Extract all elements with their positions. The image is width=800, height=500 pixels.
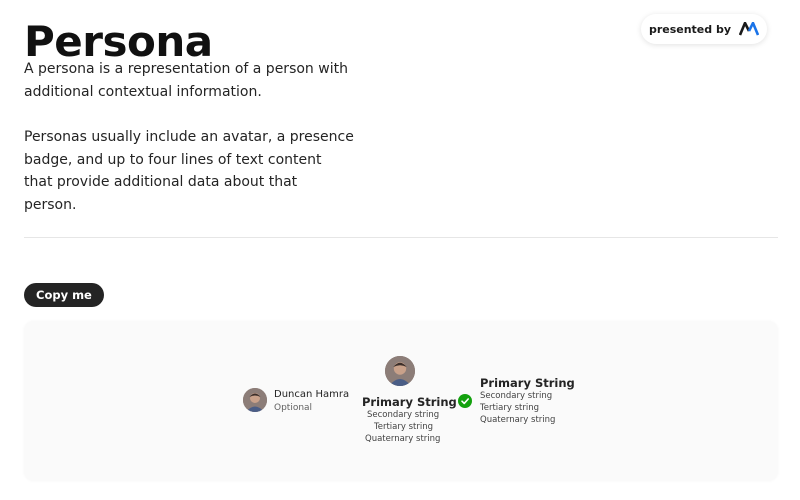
persona-primary-text: Primary String (362, 395, 457, 409)
persona-secondary-text: Secondary string (367, 410, 440, 420)
persona-secondary-text: Secondary string (480, 391, 553, 401)
persona-page: Persona presented by A persona is a repr… (0, 0, 800, 500)
persona-tertiary-text: Tertiary string (374, 422, 434, 432)
persona-quaternary-text: Quaternary string (480, 415, 556, 425)
persona-primary-text: Duncan Hamra (274, 389, 350, 400)
intro-paragraph: A persona is a representation of a perso… (24, 61, 348, 100)
persona-tertiary-text: Tertiary string (480, 403, 540, 413)
persona-quaternary-text: Quaternary string (365, 434, 441, 444)
presented-by-badge[interactable]: presented by (641, 14, 767, 44)
avatar (385, 356, 415, 386)
section-divider (24, 237, 778, 238)
copy-me-button[interactable]: Copy me (24, 283, 104, 307)
brand-m-logo-icon (738, 21, 760, 36)
intro-text: A persona is a representation of a perso… (24, 58, 354, 239)
available-check-icon (458, 394, 472, 408)
intro-paragraph: Personas usually include an avatar, a pr… (24, 129, 354, 213)
persona-primary-text: Primary String (480, 376, 575, 390)
avatar (243, 388, 267, 412)
persona-secondary-text: Optional (274, 403, 313, 413)
presented-by-label: presented by (648, 22, 732, 36)
